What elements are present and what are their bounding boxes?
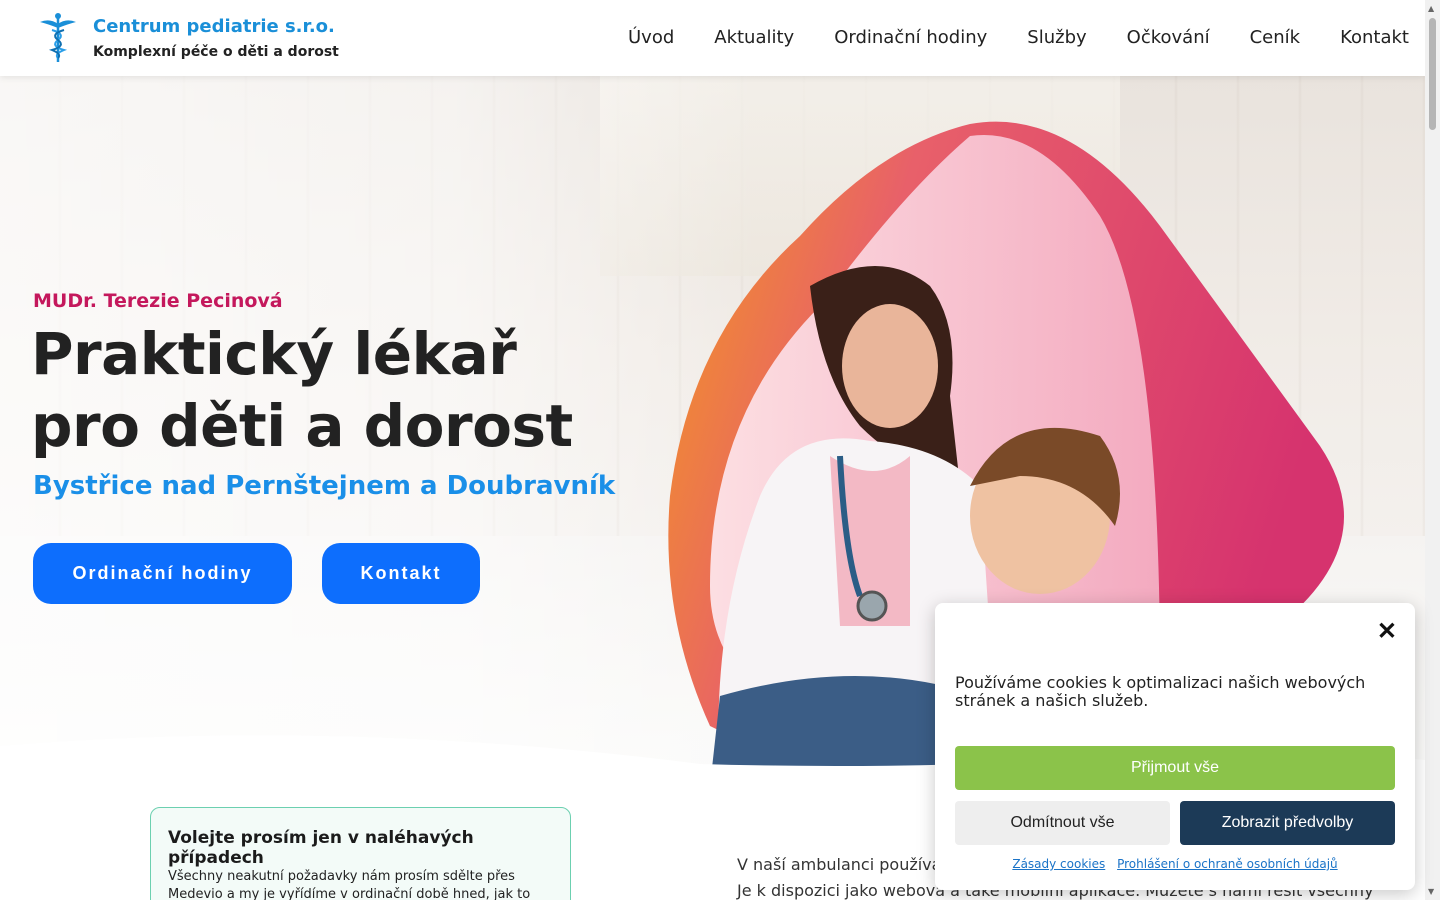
scroll-thumb[interactable] — [1429, 18, 1436, 130]
caduceus-logo-icon[interactable] — [36, 12, 80, 64]
brand-name[interactable]: Centrum pediatrie s.r.o. — [93, 16, 335, 37]
nav-item-sluzby[interactable]: Služby — [1027, 27, 1086, 48]
scroll-down-arrow-icon[interactable]: ▼ — [1428, 887, 1434, 896]
hero-doctor-name: MUDr. Terezie Pecinová — [33, 290, 283, 312]
privacy-statement-link[interactable]: Prohlášení o ochraně osobních údajů — [1117, 857, 1338, 871]
cookie-links: Zásady cookies Prohlášení o ochraně osob… — [935, 857, 1415, 871]
hero-title: Praktický lékař pro děti a dorost — [31, 318, 573, 462]
hero-title-line1: Praktický lékař — [31, 320, 517, 388]
accept-all-button[interactable]: Přijmout vše — [955, 746, 1395, 790]
contact-button[interactable]: Kontakt — [322, 543, 480, 604]
show-preferences-button[interactable]: Zobrazit předvolby — [1180, 801, 1395, 845]
nav-item-ockovani[interactable]: Očkování — [1127, 27, 1210, 48]
cookie-policy-link[interactable]: Zásady cookies — [1012, 857, 1105, 871]
notice-text: Všechny neakutní požadavky nám prosím sd… — [168, 869, 531, 900]
notice-title: Volejte prosím jen v naléhavých případec… — [168, 828, 474, 868]
nav-item-kontakt[interactable]: Kontakt — [1340, 27, 1409, 48]
deny-all-button[interactable]: Odmítnout vše — [955, 801, 1170, 845]
nav-item-aktuality[interactable]: Aktuality — [714, 27, 794, 48]
page-scrollbar[interactable]: ▲ ▼ — [1425, 0, 1440, 900]
scroll-up-arrow-icon[interactable]: ▲ — [1428, 4, 1434, 13]
cookie-message: Používáme cookies k optimalizaci našich … — [955, 673, 1366, 710]
close-icon[interactable]: ✕ — [1377, 617, 1397, 646]
nav-item-cenik[interactable]: Ceník — [1250, 27, 1300, 48]
opening-hours-button[interactable]: Ordinační hodiny — [33, 543, 292, 604]
nav-item-ordinacni-hodiny[interactable]: Ordinační hodiny — [834, 27, 987, 48]
site-header: Centrum pediatrie s.r.o. Komplexní péče … — [0, 0, 1425, 76]
nav-item-uvod[interactable]: Úvod — [628, 27, 674, 48]
main-nav: Úvod Aktuality Ordinační hodiny Služby O… — [628, 27, 1409, 48]
cookie-consent-dialog: ✕ Používáme cookies k optimalizaci našic… — [935, 603, 1415, 890]
urgent-calls-notice: Volejte prosím jen v naléhavých případec… — [150, 807, 571, 900]
brand-tagline: Komplexní péče o děti a dorost — [93, 44, 339, 60]
hero-title-line2: pro děti a dorost — [31, 392, 573, 460]
hero-location: Bystřice nad Pernštejnem a Doubravník — [33, 471, 616, 501]
